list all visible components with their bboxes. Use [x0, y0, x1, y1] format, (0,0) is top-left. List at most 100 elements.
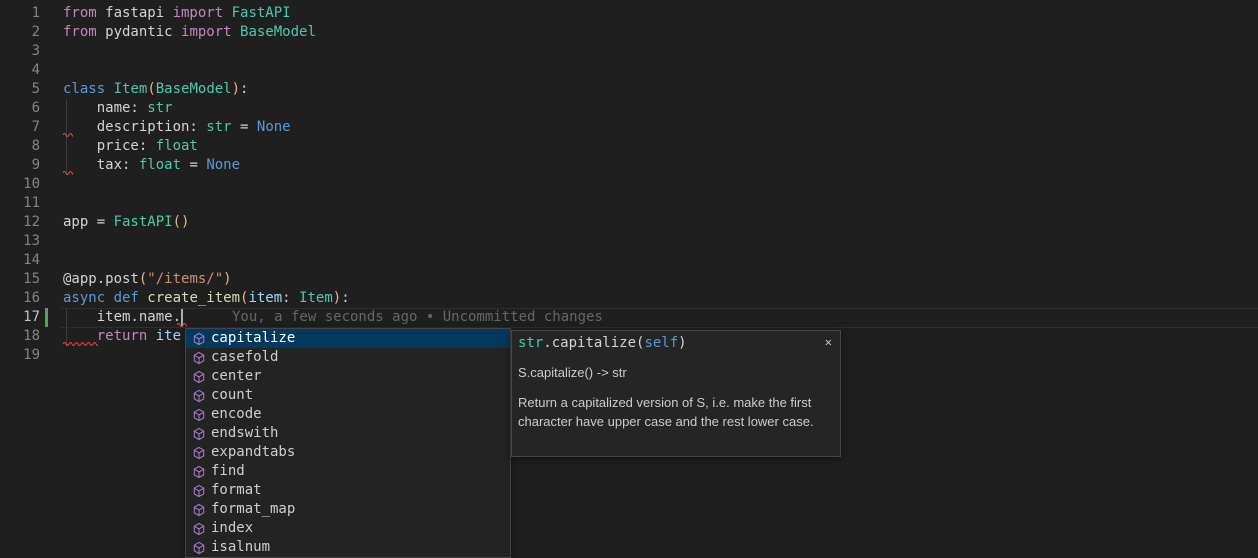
- code-token: tax:: [63, 157, 139, 173]
- code-line[interactable]: 11: [0, 194, 1258, 213]
- suggestion-item[interactable]: format_map: [186, 500, 510, 519]
- code-line[interactable]: 9 tax: float = None: [0, 156, 1258, 175]
- code-text: app = FastAPI(): [40, 213, 189, 232]
- code-token: from: [63, 5, 97, 21]
- method-icon: [191, 426, 207, 442]
- code-line[interactable]: 3: [0, 42, 1258, 61]
- indent-guide: [66, 99, 67, 175]
- suggestion-item[interactable]: index: [186, 519, 510, 538]
- code-token: FastAPI: [223, 5, 290, 21]
- code-token: item.name.: [63, 309, 181, 325]
- code-line[interactable]: 7 description: str = None: [0, 118, 1258, 137]
- method-icon: [191, 407, 207, 423]
- code-text: [40, 42, 63, 61]
- code-line[interactable]: 13: [0, 232, 1258, 251]
- method-icon: [191, 331, 207, 347]
- line-number: 9: [0, 156, 40, 175]
- line-number: 10: [0, 175, 40, 194]
- code-line[interactable]: 6 name: str: [0, 99, 1258, 118]
- close-icon: ✕: [825, 335, 832, 349]
- line-number: 15: [0, 270, 40, 289]
- line-number: 11: [0, 194, 40, 213]
- code-token: float: [156, 138, 198, 154]
- code-token: FastAPI: [114, 214, 173, 230]
- suggestion-label: expandtabs: [211, 443, 295, 462]
- code-line[interactable]: 10: [0, 175, 1258, 194]
- suggestion-item[interactable]: expandtabs: [186, 443, 510, 462]
- suggestion-label: index: [211, 519, 253, 538]
- docs-signature: str.capitalize(self): [512, 331, 840, 351]
- autocomplete-popup[interactable]: capitalizecasefoldcentercountencodeendsw…: [185, 328, 511, 558]
- code-token: =: [232, 119, 257, 135]
- code-token: :: [240, 81, 248, 97]
- git-added-indicator: [45, 308, 48, 327]
- code-line[interactable]: 15@app.post("/items/"): [0, 270, 1258, 289]
- code-token: =: [181, 157, 206, 173]
- code-token: str: [206, 119, 231, 135]
- suggestion-item[interactable]: find: [186, 462, 510, 481]
- code-line[interactable]: 16async def create_item(item: Item):: [0, 289, 1258, 308]
- suggestion-label: endswith: [211, 424, 278, 443]
- code-token: :: [282, 290, 299, 306]
- code-text: from pydantic import BaseModel: [40, 23, 316, 42]
- code-line[interactable]: 5class Item(BaseModel):: [0, 80, 1258, 99]
- code-token: self: [644, 335, 678, 351]
- code-token: ): [678, 335, 686, 351]
- code-text: name: str: [40, 99, 173, 118]
- suggestion-item[interactable]: endswith: [186, 424, 510, 443]
- code-text: price: float: [40, 137, 198, 156]
- suggestion-item[interactable]: casefold: [186, 348, 510, 367]
- code-token: return: [97, 328, 148, 344]
- code-text: item.name.: [40, 308, 181, 327]
- code-text: [40, 251, 63, 270]
- suggestion-label: find: [211, 462, 245, 481]
- code-text: [40, 61, 63, 80]
- code-line[interactable]: 2from pydantic import BaseModel: [0, 23, 1258, 42]
- code-token: pydantic: [97, 24, 181, 40]
- code-line[interactable]: 17 item.name.: [0, 308, 1258, 327]
- code-token: app =: [63, 214, 114, 230]
- suggestion-item[interactable]: capitalize: [186, 329, 510, 348]
- code-token: "/items/": [147, 271, 223, 287]
- code-editor[interactable]: 1from fastapi import FastAPI2from pydant…: [0, 0, 1258, 546]
- suggestion-item[interactable]: isalnum: [186, 538, 510, 557]
- code-token: async def: [63, 290, 147, 306]
- code-token: :: [341, 290, 349, 306]
- method-icon: [191, 388, 207, 404]
- code-token: Item: [299, 290, 333, 306]
- code-line[interactable]: 12app = FastAPI(): [0, 213, 1258, 232]
- code-token: item: [248, 290, 282, 306]
- code-token: Item: [114, 81, 148, 97]
- code-text: [40, 232, 63, 251]
- line-number: 4: [0, 61, 40, 80]
- suggestion-label: format_map: [211, 500, 295, 519]
- code-token: fastapi: [97, 5, 173, 21]
- code-text: [40, 346, 63, 365]
- code-line[interactable]: 1from fastapi import FastAPI: [0, 4, 1258, 23]
- method-icon: [191, 445, 207, 461]
- text-cursor: [181, 309, 183, 326]
- suggestion-item[interactable]: encode: [186, 405, 510, 424]
- suggestion-label: count: [211, 386, 253, 405]
- line-number: 17: [0, 308, 40, 327]
- suggestion-item[interactable]: format: [186, 481, 510, 500]
- code-text: return ite: [40, 327, 181, 346]
- code-token: [63, 328, 97, 344]
- code-token: price:: [63, 138, 156, 154]
- suggestion-docs: ✕ str.capitalize(self) S.capitalize() ->…: [511, 330, 841, 457]
- code-token: ): [232, 81, 240, 97]
- code-line[interactable]: 14: [0, 251, 1258, 270]
- code-token: [105, 81, 113, 97]
- suggestion-item[interactable]: center: [186, 367, 510, 386]
- code-token: None: [206, 157, 240, 173]
- code-line[interactable]: 4: [0, 61, 1258, 80]
- code-token: name:: [63, 100, 147, 116]
- git-blame-annotation: You, a few seconds ago • Uncommitted cha…: [232, 308, 603, 327]
- line-number: 7: [0, 118, 40, 137]
- code-token: None: [257, 119, 291, 135]
- suggestion-label: format: [211, 481, 262, 500]
- close-button[interactable]: ✕: [823, 333, 834, 351]
- suggestion-item[interactable]: count: [186, 386, 510, 405]
- code-line[interactable]: 8 price: float: [0, 137, 1258, 156]
- code-token: ite: [156, 328, 181, 344]
